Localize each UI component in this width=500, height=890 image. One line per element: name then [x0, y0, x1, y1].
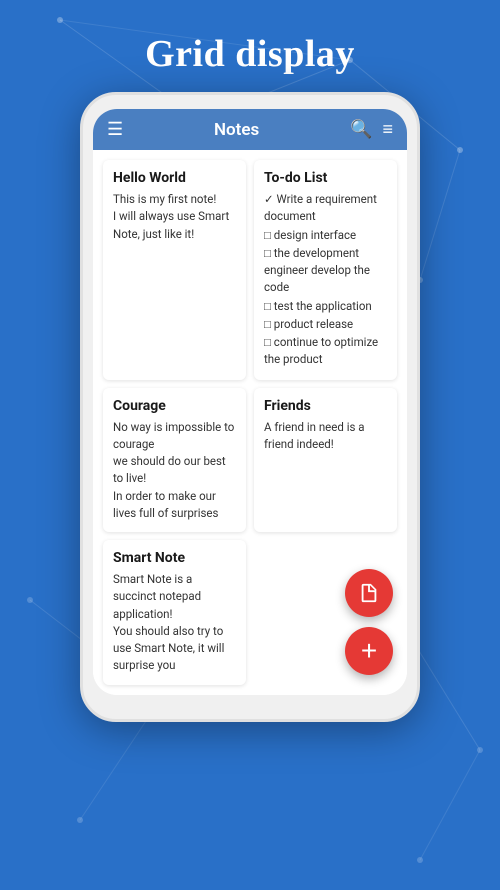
note-title: Friends	[264, 398, 387, 414]
add-fab[interactable]: +	[345, 627, 393, 675]
new-note-fab[interactable]	[345, 569, 393, 617]
todo-item: □ continue to optimize the product	[264, 334, 387, 369]
todo-item: □ product release	[264, 316, 387, 333]
note-title: Hello World	[113, 170, 236, 186]
page-title: Grid display	[0, 0, 500, 92]
todo-item: □ test the application	[264, 298, 387, 315]
fab-area: +	[345, 569, 393, 675]
note-title: To-do List	[264, 170, 387, 186]
note-title: Smart Note	[113, 550, 236, 566]
menu-icon[interactable]: ☰	[107, 119, 123, 140]
todo-item: ✓ Write a requirement document	[264, 191, 387, 226]
note-body: No way is impossible to couragewe should…	[113, 419, 236, 523]
note-card-smart-note[interactable]: Smart Note Smart Note is a succinct note…	[103, 540, 246, 685]
top-bar: ☰ Notes 🔍 ≡	[93, 109, 407, 150]
filter-icon[interactable]: ≡	[382, 119, 393, 140]
note-body: Smart Note is a succinct notepad applica…	[113, 571, 236, 675]
note-card-hello-world[interactable]: Hello World This is my first note!I will…	[103, 160, 246, 380]
note-body: This is my first note!I will always use …	[113, 191, 236, 243]
note-card-courage[interactable]: Courage No way is impossible to couragew…	[103, 388, 246, 533]
note-card-friends[interactable]: Friends A friend in need is a friend ind…	[254, 388, 397, 533]
search-icon[interactable]: 🔍	[350, 119, 372, 140]
app-title: Notes	[133, 120, 340, 140]
note-body: ✓ Write a requirement document □ design …	[264, 191, 387, 369]
note-body: A friend in need is a friend indeed!	[264, 419, 387, 454]
todo-item: □ design interface	[264, 227, 387, 244]
note-card-todo[interactable]: To-do List ✓ Write a requirement documen…	[254, 160, 397, 380]
note-title: Courage	[113, 398, 236, 414]
todo-item: □ the development engineer develop the c…	[264, 245, 387, 297]
phone-mockup: ☰ Notes 🔍 ≡ Hello World This is my first…	[80, 92, 420, 722]
